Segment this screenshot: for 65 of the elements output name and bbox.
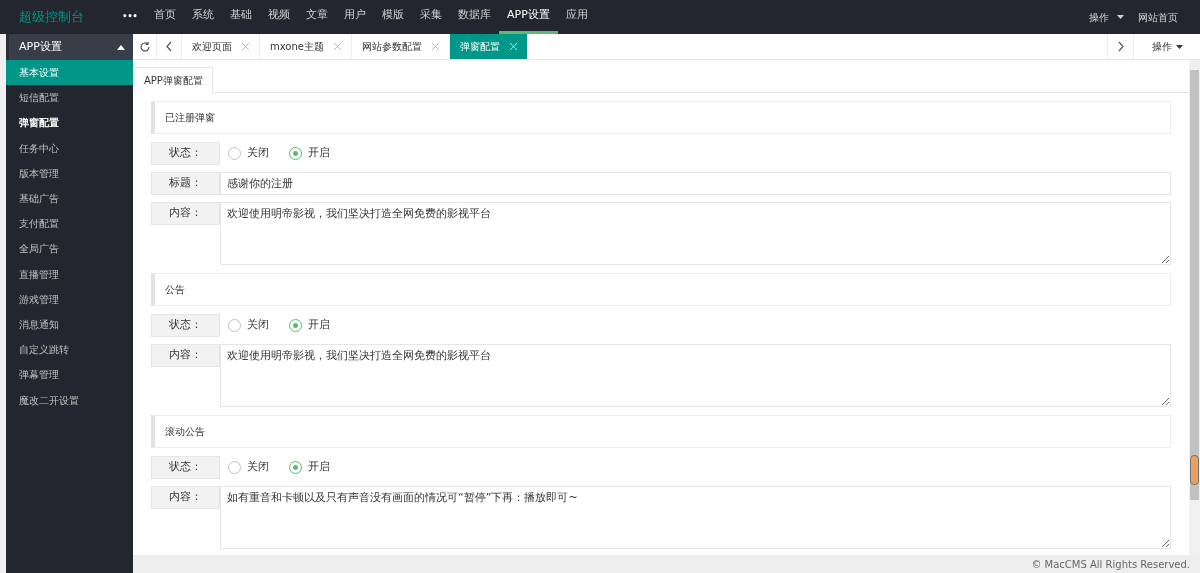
- radio-option[interactable]: 开启: [289, 459, 330, 476]
- sidebar-item[interactable]: 游戏管理: [6, 286, 133, 312]
- nav-item[interactable]: 文章: [298, 0, 336, 34]
- sidebar-item[interactable]: 自定义跳转: [6, 337, 133, 363]
- close-icon[interactable]: [242, 43, 249, 50]
- page-tab[interactable]: 欢迎页面: [182, 34, 260, 59]
- nav-item[interactable]: 数据库: [450, 0, 499, 34]
- sidebar-item[interactable]: 任务中心: [6, 135, 133, 161]
- nav-item[interactable]: 采集: [412, 0, 450, 34]
- nav-item[interactable]: 视频: [260, 0, 298, 34]
- field-label: 状态：: [151, 456, 220, 479]
- more-button[interactable]: •••: [118, 11, 142, 23]
- radio-option[interactable]: 关闭: [228, 459, 269, 476]
- close-icon[interactable]: [431, 43, 439, 50]
- sidebar-item[interactable]: 基本设置: [6, 60, 133, 86]
- sidebar-header[interactable]: APP设置: [6, 34, 133, 60]
- sidebar-item[interactable]: 全局广告: [6, 236, 133, 262]
- sidebar-item[interactable]: 支付配置: [6, 211, 133, 237]
- sidebar-item[interactable]: 直播管理: [6, 261, 133, 287]
- content-textarea[interactable]: 欢迎使用明帝影视，我们坚决打造全网免费的影视平台: [220, 202, 1171, 265]
- nav-item[interactable]: 首页: [146, 0, 184, 34]
- radio-option[interactable]: 关闭: [228, 317, 269, 334]
- nav-item[interactable]: 用户: [336, 0, 374, 34]
- nav-item[interactable]: 模版: [374, 0, 412, 34]
- chevron-left-icon: [166, 41, 172, 52]
- sidebar-item[interactable]: 消息通知: [6, 311, 133, 338]
- content-textarea[interactable]: 欢迎使用明帝影视，我们坚决打造全网免费的影视平台: [220, 344, 1171, 407]
- chevron-right-icon: [1117, 41, 1124, 52]
- field-label: 状态：: [151, 142, 220, 165]
- nav-item[interactable]: 基础: [222, 0, 260, 34]
- field-label: 标题：: [151, 172, 220, 195]
- radio-option[interactable]: 开启: [289, 145, 330, 162]
- caret-icon: [1175, 44, 1183, 49]
- field-label: 状态：: [151, 314, 220, 337]
- content-textarea[interactable]: 如有重音和卡顿以及只有声音没有画面的情况可“暂停”下再：播放即可~: [220, 486, 1171, 549]
- refresh-icon: [138, 40, 151, 53]
- actions-dropdown[interactable]: 操作: [1133, 34, 1200, 59]
- section-heading: 公告: [151, 273, 1171, 306]
- caret-icon: [117, 44, 125, 50]
- field-label: 内容：: [151, 202, 220, 225]
- radio-option[interactable]: 开启: [289, 317, 330, 334]
- page-tab[interactable]: 网站参数配置: [351, 34, 450, 59]
- field-label: 内容：: [151, 344, 220, 367]
- sidebar-item[interactable]: 魔改二开设置: [6, 387, 133, 413]
- radio-option[interactable]: 关闭: [228, 145, 269, 162]
- section-heading: 滚动公告: [151, 415, 1171, 448]
- site-home-link[interactable]: 网站首页: [1138, 9, 1178, 25]
- nav-item[interactable]: 应用: [557, 0, 596, 34]
- title-input[interactable]: 感谢你的注册: [220, 172, 1171, 195]
- actions-dropdown[interactable]: 操作: [1089, 9, 1124, 25]
- sidebar-item[interactable]: 基础广告: [6, 185, 133, 212]
- sidebar-item[interactable]: 短信配置: [6, 85, 133, 111]
- content-tab[interactable]: APP弹窗配置: [134, 67, 213, 93]
- page-tab[interactable]: mxone主题: [260, 34, 352, 59]
- sidebar-item[interactable]: 版本管理: [6, 160, 133, 186]
- nav-item[interactable]: 系统: [184, 0, 222, 34]
- sidebar-item[interactable]: 弹幕管理: [6, 362, 133, 388]
- field-label: 内容：: [151, 486, 220, 509]
- close-icon[interactable]: [333, 43, 341, 50]
- sidebar-item[interactable]: 弹窗配置: [6, 110, 133, 136]
- copyright-text: © MacCMS All Rights Reserved.: [1031, 557, 1190, 572]
- section-heading: 已注册弹窗: [151, 101, 1171, 134]
- page-tab[interactable]: 弹窗配置: [449, 34, 528, 59]
- brand-title: 超级控制台: [18, 8, 85, 27]
- caret-icon: [1117, 15, 1124, 19]
